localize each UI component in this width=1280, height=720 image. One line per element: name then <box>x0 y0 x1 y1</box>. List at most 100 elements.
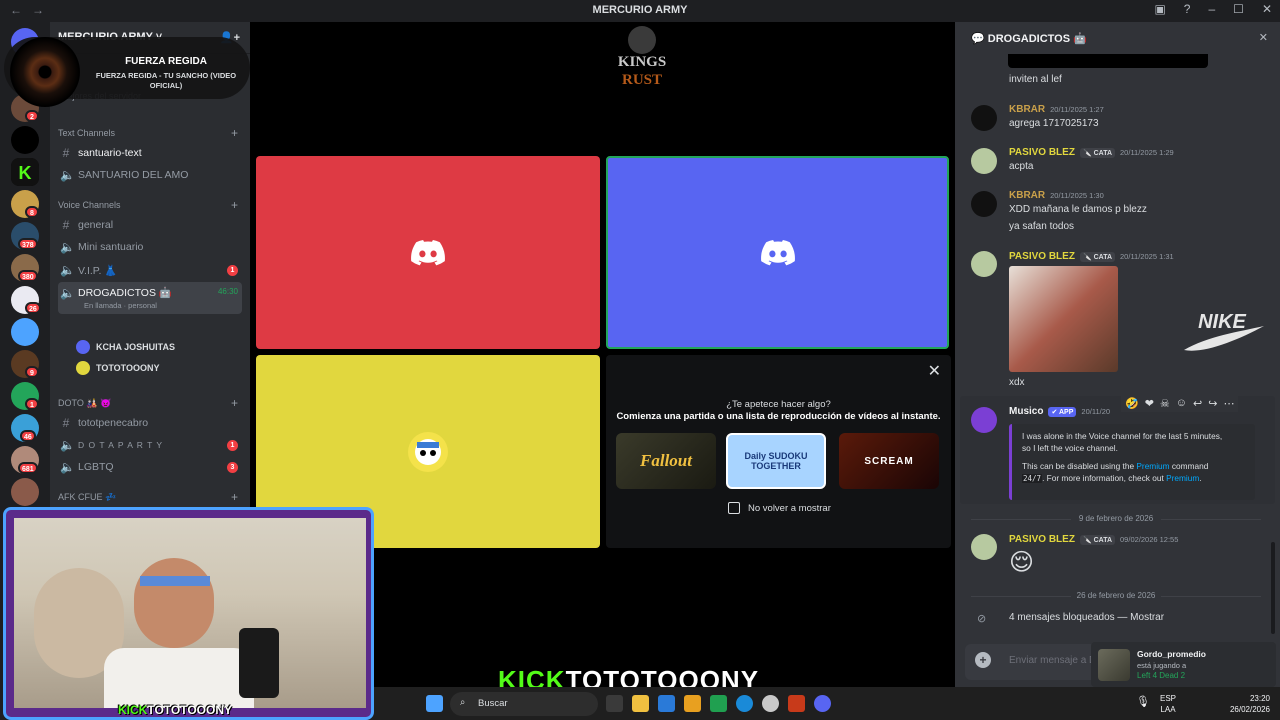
category-doto[interactable]: DOTO 🎎 👿 <box>58 398 111 409</box>
taskbar-search[interactable]: ⌕ Buscar <box>450 692 598 716</box>
voice-user[interactable]: KCHA JOSHUITAS <box>76 338 175 356</box>
maximize-icon[interactable]: ☐ <box>1233 2 1244 16</box>
channel-mini-santuario[interactable]: 🔈 Mini santuario <box>58 237 242 257</box>
avatar[interactable] <box>971 251 997 277</box>
video-tile-speaking[interactable] <box>606 156 949 349</box>
checkbox-icon[interactable] <box>728 502 740 514</box>
channel-status: En llamada · personal <box>84 301 157 310</box>
channel-lgbtq[interactable]: 🔈 LGBTQ 3 <box>58 457 242 477</box>
premium-link[interactable]: Premium <box>1136 461 1169 471</box>
webcam-video <box>14 518 366 708</box>
edge-icon[interactable] <box>736 695 753 712</box>
avatar[interactable] <box>971 534 997 560</box>
video-tile[interactable] <box>256 156 600 349</box>
voice-user[interactable]: TOTOTOOONY <box>76 359 160 377</box>
category-text-channels[interactable]: Text Channels <box>58 128 115 138</box>
skull-reaction-icon[interactable]: ☠ <box>1160 397 1170 410</box>
image-attachment[interactable] <box>1009 266 1118 372</box>
blocked-messages-link[interactable]: 4 mensajes bloqueados — Mostrar <box>1009 612 1164 623</box>
message-author[interactable]: Musico ✔ APP 20/11/20 <box>1009 406 1110 417</box>
channel-dota-party[interactable]: 🔈 D O T A P A R T Y1 <box>58 435 242 455</box>
game-card-sudoku[interactable]: Daily SUDOKU TOGETHER <box>726 433 826 489</box>
avatar <box>76 361 90 375</box>
hash-icon: # <box>62 146 70 160</box>
help-icon[interactable]: ? <box>1184 2 1191 16</box>
scrollbar[interactable] <box>1271 542 1275 634</box>
category-voice-channels[interactable]: Voice Channels <box>58 200 121 210</box>
channel-santuario-del-amo[interactable]: 🔈 SANTUARIO DEL AMO <box>58 165 242 185</box>
category-afk[interactable]: AFK CFUE 💤 <box>58 492 116 503</box>
title-bar: ← → MERCURIO ARMY ▣ ? – ☐ ✕ <box>0 0 1280 22</box>
server-icon[interactable] <box>11 478 39 506</box>
add-channel-icon[interactable]: + <box>231 198 238 212</box>
more-icon[interactable]: ⋯ <box>1223 397 1234 410</box>
reply-icon[interactable]: ↩ <box>1193 397 1202 410</box>
message-input-placeholder: Enviar mensaje a D <box>1009 655 1097 666</box>
add-channel-icon[interactable]: + <box>231 126 238 140</box>
message-text: ya safan todos <box>1009 221 1075 232</box>
minimize-icon[interactable]: – <box>1208 2 1215 16</box>
emoji-reaction-icon[interactable]: 🤣 <box>1125 397 1139 410</box>
server-icon[interactable] <box>11 126 39 154</box>
file-explorer-icon[interactable] <box>632 695 649 712</box>
add-channel-icon[interactable]: + <box>231 396 238 410</box>
excel-icon[interactable] <box>710 695 727 712</box>
channel-general[interactable]: # general <box>58 215 242 235</box>
close-icon[interactable]: ✕ <box>1262 2 1272 16</box>
microphone-icon[interactable]: 🎙 <box>1136 695 1150 708</box>
svg-text:KINGS: KINGS <box>618 54 666 70</box>
avatar[interactable] <box>971 191 997 217</box>
add-reaction-icon[interactable]: ☺ <box>1176 397 1187 410</box>
avatar[interactable] <box>971 148 997 174</box>
avatar[interactable] <box>971 105 997 131</box>
close-icon[interactable]: ✕ <box>1259 31 1268 44</box>
premium-link[interactable]: Premium <box>1166 473 1199 483</box>
channel-santuario-text[interactable]: # santuario-text <box>58 143 242 163</box>
heart-reaction-icon[interactable]: ❤ <box>1145 397 1154 410</box>
activity-title: ¿Te apetece hacer algo? <box>726 399 831 410</box>
channel-drogadictos[interactable]: 🔈 DROGADICTOS 🤖 46:30 En llamada · person… <box>58 282 242 314</box>
svg-text:RUST: RUST <box>622 72 662 88</box>
emoji-message: 😌 <box>1009 549 1035 576</box>
headband <box>140 576 210 586</box>
message-author[interactable]: KBRAR 20/11/2025 1:30 <box>1009 190 1104 201</box>
unread-badge: 46 <box>20 430 36 442</box>
kick-server-icon[interactable]: K <box>11 158 39 186</box>
chat-channel-name: DROGADICTOS 🤖 <box>987 33 1087 45</box>
inbox-icon[interactable]: ▣ <box>1154 2 1165 16</box>
message-author[interactable]: PASIVO BLEZ 🔪 CATA 20/11/2025 1:29 <box>1009 147 1174 158</box>
dont-show-again-checkbox[interactable]: No volver a mostrar <box>728 502 831 514</box>
notification-game: Left 4 Dead 2 <box>1137 671 1186 680</box>
discord-taskbar-icon[interactable] <box>814 695 831 712</box>
folder-icon[interactable] <box>684 695 701 712</box>
channel-vip[interactable]: 🔈 V.I.P. 👗 1 <box>58 260 242 280</box>
notification-status: está jugando a <box>1137 661 1187 670</box>
microphone <box>239 628 279 698</box>
avatar[interactable] <box>971 407 997 433</box>
task-view-icon[interactable] <box>606 695 623 712</box>
speaker-icon: 🔈 <box>60 286 75 300</box>
message-author[interactable]: PASIVO BLEZ 🔪 CATA 09/02/2026 12:55 <box>1009 534 1178 545</box>
system-clock[interactable]: 23:20 26/02/2026 <box>1230 693 1270 715</box>
language-indicator[interactable]: ESP LAA <box>1160 693 1176 715</box>
windows-start-icon[interactable] <box>426 695 443 712</box>
game-card-fallout[interactable]: Fallout <box>616 433 716 489</box>
image-attachment[interactable] <box>1008 54 1208 68</box>
album-disc-icon <box>10 37 80 107</box>
word-icon[interactable] <box>658 695 675 712</box>
windows-taskbar: ⌕ Buscar 🎙 ESP LAA 23:20 26/02/2026 <box>374 687 1280 720</box>
attach-plus-icon[interactable]: + <box>975 652 991 668</box>
left4dead-icon[interactable] <box>788 695 805 712</box>
close-icon[interactable]: ✕ <box>928 361 941 381</box>
game-card-scream[interactable]: SCREAM <box>839 433 939 489</box>
window-controls: ▣ ? – ☐ ✕ <box>1154 2 1272 16</box>
server-icon[interactable] <box>11 318 39 346</box>
add-channel-icon[interactable]: + <box>231 490 238 504</box>
channel-tototpenecabro[interactable]: # tototpenecabro <box>58 413 242 433</box>
message-author[interactable]: KBRAR 20/11/2025 1:27 <box>1009 104 1104 115</box>
message-author[interactable]: PASIVO BLEZ 🔪 CATA 20/11/2025 1:31 <box>1009 251 1174 262</box>
forward-icon[interactable]: ↪ <box>1208 397 1217 410</box>
unread-badge: 26 <box>25 302 41 314</box>
obs-icon[interactable] <box>762 695 779 712</box>
game-activity-notification[interactable]: Gordo_promedio está jugando a Left 4 Dea… <box>1091 642 1276 687</box>
